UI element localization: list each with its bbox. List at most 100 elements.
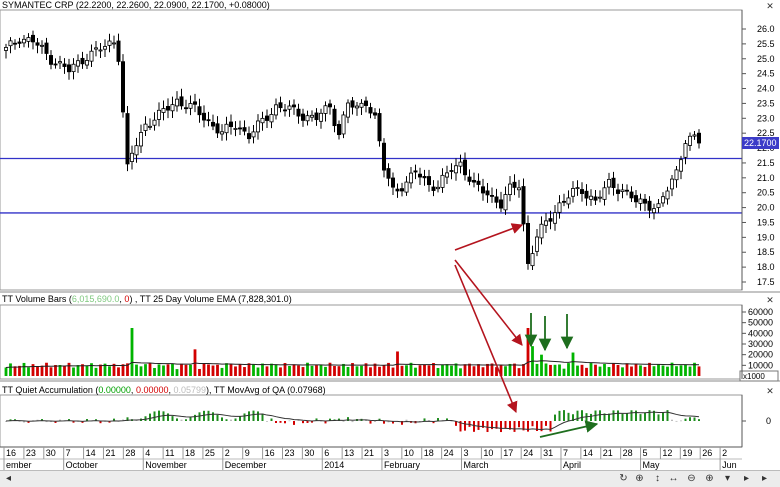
qa-bar [198,412,201,421]
price-panel-title: SYMANTEC CRP (22.2200, 22.2600, 22.0900,… [2,0,270,10]
candle-body [76,60,81,67]
volume-bar [612,363,615,376]
volume-bar [247,363,251,376]
volume-bar [450,365,453,376]
day-tick-label: 30 [46,448,56,458]
qa-bar [248,411,250,421]
qa-bar [504,421,507,429]
price-panel-frame [0,9,743,291]
qa-bar [477,421,480,430]
qa-bar [626,413,628,421]
candle-body [404,181,409,193]
qa-value-3: 0.05799 [173,385,207,395]
qa-title-suffix: ), TT MovAvg of QA (0.07968) [206,385,326,395]
price-panel-close-icon[interactable]: ✕ [766,2,774,11]
candle-body [665,190,670,200]
toolbar-menu-icon[interactable]: ▾ [721,472,734,485]
price-tick-label: 18.5 [757,247,775,257]
volume-bar [639,365,642,376]
qa-bar [671,419,673,421]
candle-body [498,199,503,209]
candle-body [566,197,571,205]
volume-bar [301,367,305,376]
day-tick-label: 10 [404,448,414,458]
candle-body [35,42,40,46]
candle-body [71,63,76,73]
day-tick-label: 9 [245,448,250,458]
chart-settings-icon[interactable]: ▸ [758,472,771,485]
qa-panel-close-icon[interactable]: ✕ [766,387,774,396]
candle-body [526,222,531,264]
price-tick-label: 26.0 [757,24,775,34]
volume-bar [207,364,210,376]
candle-body [233,128,238,130]
day-tick-label: 14 [86,448,96,458]
qa-bar [599,410,601,421]
candle-body [638,198,643,204]
scroll-right-icon[interactable]: ▸ [740,472,753,485]
horizontal-resize-icon[interactable]: ↔ [667,472,680,485]
candle-body [121,61,126,113]
volume-bar [265,366,269,376]
price-tick-label: 25.5 [757,39,775,49]
volume-title-suffix: ) , TT 25 Day Volume EMA (7,828,301.0) [129,294,292,304]
volume-bar [369,367,372,376]
volume-bar [346,366,350,376]
candle-body [255,120,260,133]
qa-bar [216,414,219,421]
qa-bar [558,410,561,421]
qa-bar [180,419,183,421]
volume-bar [121,364,125,376]
volume-bar [261,363,264,376]
volume-bar [625,363,629,376]
cursor-icon[interactable]: ⊕ [633,472,646,485]
volume-bar [436,367,440,376]
qa-bar [675,420,678,422]
candle-body [620,189,625,193]
qa-bar [369,421,372,424]
day-tick-label: 4 [145,448,150,458]
candle-body [287,105,292,110]
candle-body [435,186,440,190]
volume-bar [211,365,215,376]
vertical-resize-icon[interactable]: ↕ [651,472,664,485]
volume-bar [544,363,548,376]
candle-body [318,112,323,122]
volume-bar [40,365,44,376]
zoom-in-icon[interactable]: ⊕ [703,472,716,485]
qa-bar [230,419,232,421]
zoom-out-icon[interactable]: ⊖ [685,472,698,485]
volume-bar [427,365,431,376]
volume-bar [468,363,471,376]
refresh-icon[interactable]: ↻ [617,472,630,485]
candle-body [201,112,206,121]
qa-bar [662,412,664,421]
candle-body [296,108,301,117]
price-tick-label: 22.5 [757,128,775,138]
volume-bar [549,364,552,376]
candle-body [670,178,675,190]
candle-body [395,188,400,192]
qa-bar [279,421,282,423]
candle-body [165,106,170,111]
candle-body [260,117,265,124]
day-tick-label: 21 [105,448,115,458]
qa-bar [207,410,210,421]
volume-panel-close-icon[interactable]: ✕ [766,296,774,305]
candle-body [647,200,652,211]
day-tick-label: 12 [662,448,672,458]
qa-bar [500,421,502,433]
candle-body [98,49,103,52]
qa-bar [639,414,642,421]
volume-title-prefix: TT Volume Bars ( [2,294,72,304]
candle-body [116,40,121,62]
candle-body [228,121,233,128]
qa-bar [221,417,223,421]
volume-bar [445,364,449,376]
volume-bar [571,352,575,376]
candle-body [17,41,22,44]
candle-body [112,42,117,45]
volume-bar [288,365,291,376]
scroll-left-icon[interactable]: ◂ [2,472,15,485]
volume-bar [661,365,665,376]
